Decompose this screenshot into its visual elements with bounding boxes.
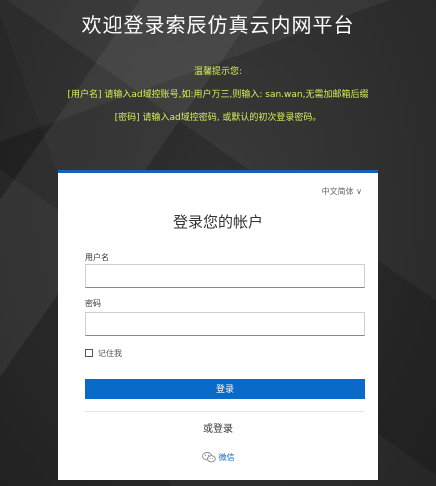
password-input[interactable] [85,312,365,336]
or-login-label: 或登录 [203,424,233,435]
remember-me-label: 记住我 [98,348,122,358]
language-selector[interactable]: 中文简体 ∨ [322,186,362,197]
login-title: 登录您的帐户 [172,213,263,231]
login-card: 中文简体 ∨ 登录您的帐户 用户名 密码 记住我 登录 或登录 微信 [58,170,378,480]
remember-me[interactable]: 记住我 [85,348,122,358]
remember-me-checkbox[interactable] [85,349,93,357]
wechat-label: 微信 [218,453,235,462]
notice-username-hint: [用户名] 请输入ad域控账号,如:用户万三,则输入: san.wan,无需加邮… [67,90,369,100]
wechat-login-link[interactable]: 微信 [58,452,378,463]
username-label: 用户名 [85,253,109,262]
divider [85,411,365,412]
login-button[interactable]: 登录 [85,379,365,399]
password-label: 密码 [85,299,101,308]
page-title: 欢迎登录索辰仿真云内网平台 [81,13,355,37]
notice-title: 温馨提示您: [193,67,243,77]
wechat-icon [201,452,216,463]
username-input[interactable] [85,264,365,288]
notice-password-hint: [密码] 请输入ad域控密码, 或默认的初次登录密码。 [114,113,322,123]
